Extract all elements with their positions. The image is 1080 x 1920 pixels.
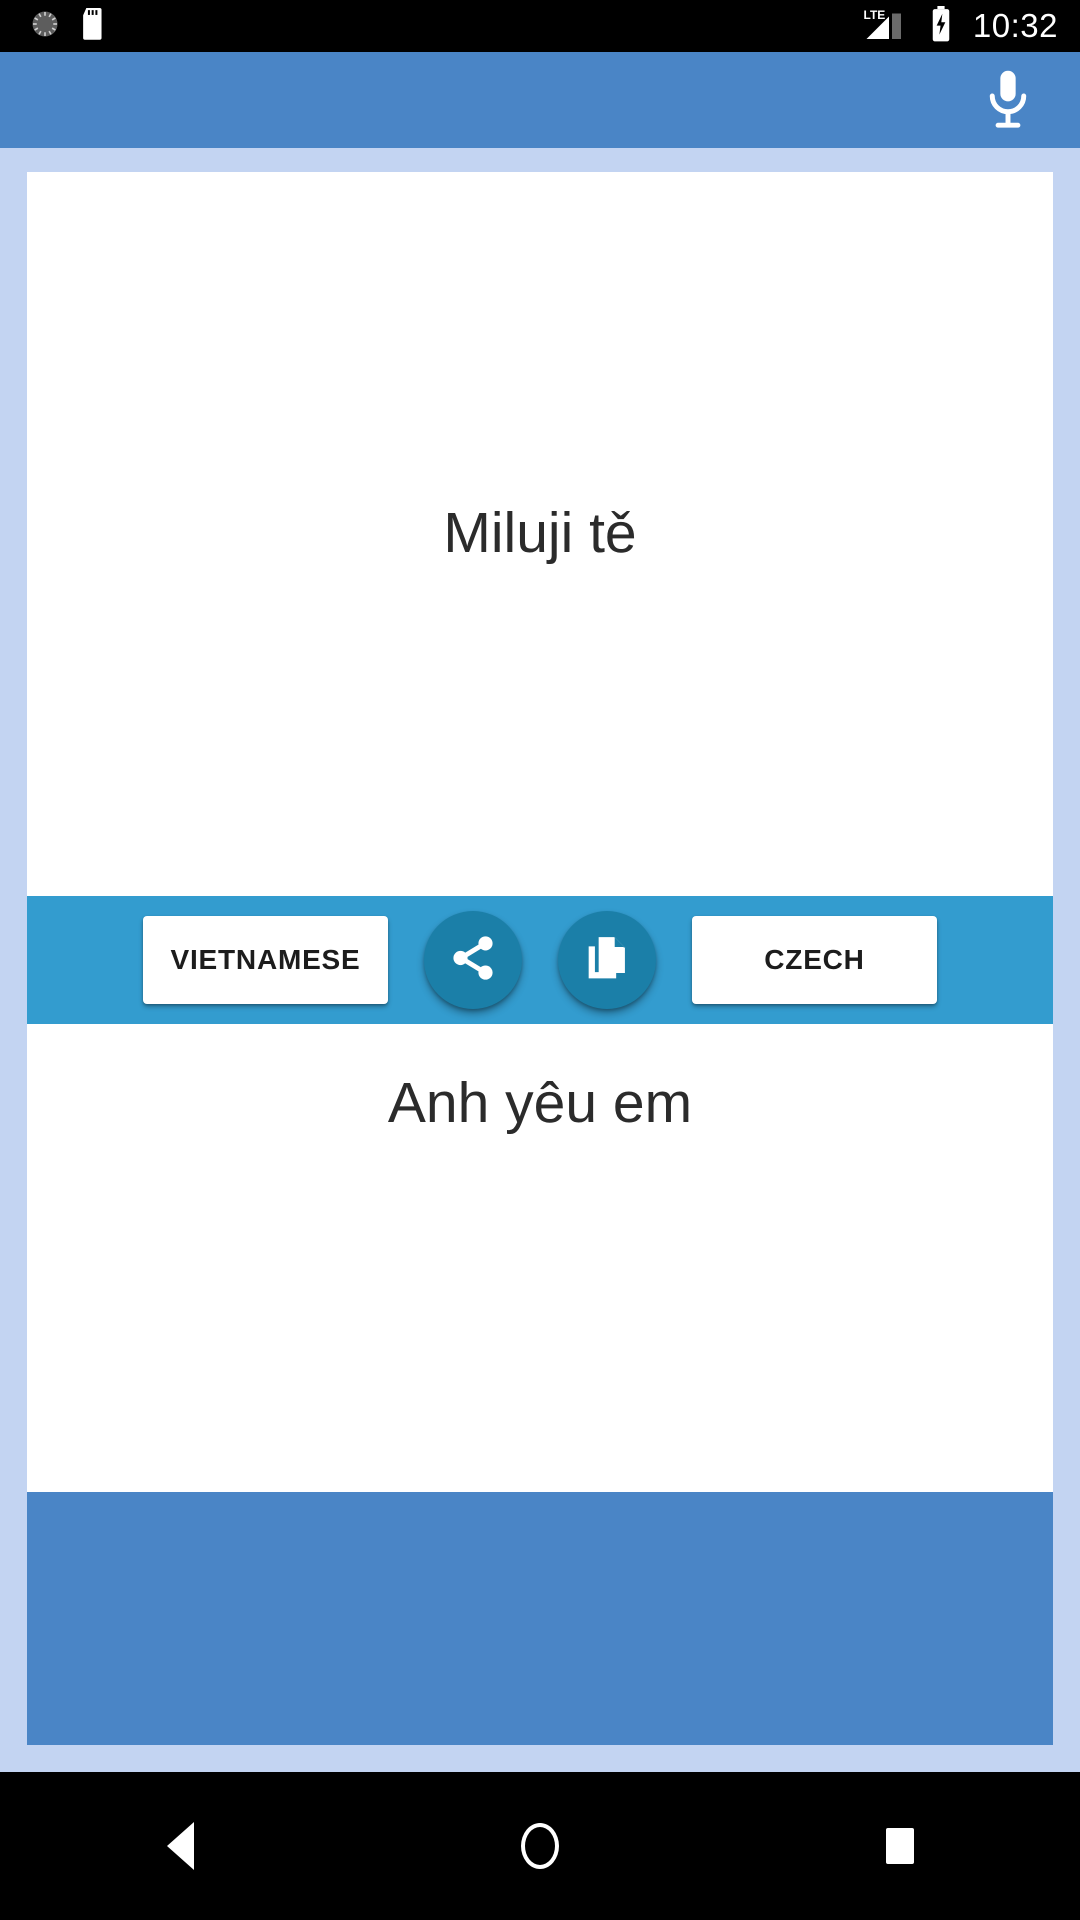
nav-home-button[interactable] <box>470 1796 610 1896</box>
status-bar-left-icons <box>30 7 106 45</box>
status-bar: LTE 10:32 <box>0 0 1080 52</box>
back-triangle-icon <box>166 1822 194 1870</box>
copy-button[interactable] <box>558 911 656 1009</box>
android-navigation-bar <box>0 1772 1080 1920</box>
phone-screen: LTE 10:32 Miluji tě VIETNAMESE CZECH Anh… <box>0 0 1080 1920</box>
status-clock: 10:32 <box>972 7 1058 44</box>
microphone-icon[interactable] <box>971 63 1045 137</box>
content-area: Miluji tě VIETNAMESE CZECH Anh yêu em <box>0 148 1080 1772</box>
battery-charging-icon <box>929 5 953 47</box>
target-text: Anh yêu em <box>387 1071 693 1135</box>
nav-recents-button[interactable] <box>830 1796 970 1896</box>
copy-icon <box>582 933 632 988</box>
sd-card-icon <box>80 7 106 45</box>
share-icon <box>448 933 498 988</box>
app-bar <box>0 52 1080 148</box>
source-text: Miluji tě <box>443 501 637 566</box>
source-text-card[interactable]: Miluji tě <box>27 172 1053 896</box>
recents-square-icon <box>886 1828 914 1864</box>
source-language-button[interactable]: VIETNAMESE <box>143 916 388 1004</box>
action-bar: VIETNAMESE CZECH <box>27 896 1053 1024</box>
target-text-card[interactable]: Anh yêu em <box>27 1024 1053 1492</box>
home-circle-icon <box>521 1823 559 1869</box>
target-language-button[interactable]: CZECH <box>692 916 937 1004</box>
share-button[interactable] <box>424 911 522 1009</box>
status-bar-right-icons: LTE 10:32 <box>863 5 1058 47</box>
translator-panel: Miluji tě VIETNAMESE CZECH Anh yêu em <box>27 172 1053 1745</box>
sync-spinner-icon <box>30 9 60 44</box>
signal-bars-icon: LTE <box>863 6 915 47</box>
nav-back-button[interactable] <box>110 1796 250 1896</box>
network-type-label: LTE <box>863 7 885 21</box>
bottom-blue-strip <box>27 1492 1053 1745</box>
